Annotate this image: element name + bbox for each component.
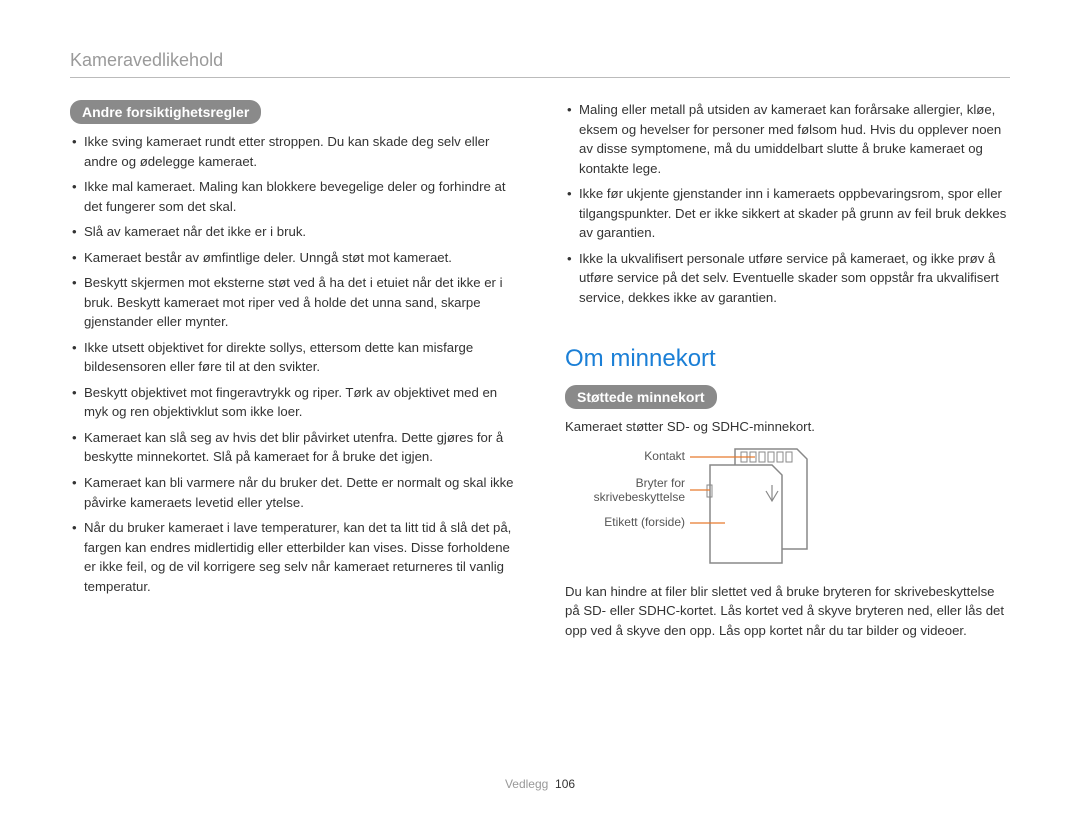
right-column: Maling eller metall på utsiden av kamera… [565,100,1010,648]
divider [70,77,1010,78]
bottom-paragraph: Du kan hindre at filer blir slettet ved … [565,582,1010,641]
label-bryter-1: Bryter for [636,476,685,490]
list-item: Beskytt skjermen mot eksterne støt ved å… [70,273,515,332]
support-text: Kameraet støtter SD- og SDHC-minnekort. [565,417,1010,437]
list-item: Ikke før ukjente gjenstander inn i kamer… [565,184,1010,243]
list-item: Kameraet består av ømfintlige deler. Unn… [70,248,515,268]
label-kontakt: Kontakt [644,449,685,463]
bullet-list-right-top: Maling eller metall på utsiden av kamera… [565,100,1010,307]
list-item: Ikke utsett objektivet for direkte solly… [70,338,515,377]
list-item: Ikke la ukvalifisert personale utføre se… [565,249,1010,308]
label-etikett: Etikett (forside) [604,515,685,529]
two-column-layout: Andre forsiktighetsregler Ikke sving kam… [70,100,1010,648]
list-item: Kameraet kan slå seg av hvis det blir på… [70,428,515,467]
footer: Vedlegg 106 [0,777,1080,791]
footer-page: 106 [555,777,575,791]
section-title-om-minnekort: Om minnekort [565,345,1010,373]
tag-stottede-minnekort: Støttede minnekort [565,385,717,409]
sd-card-diagram: Kontakt Bryter for skrivebeskyttelse Eti… [565,445,1010,570]
list-item: Når du bruker kameraet i lave temperatur… [70,518,515,596]
label-bryter-2: skrivebeskyttelse [594,490,686,504]
bullet-list-left: Ikke sving kameraet rundt etter stroppen… [70,132,515,596]
tag-andre-forsiktighetsregler: Andre forsiktighetsregler [70,100,261,124]
list-item: Kameraet kan bli varmere når du bruker d… [70,473,515,512]
left-column: Andre forsiktighetsregler Ikke sving kam… [70,100,515,648]
list-item: Ikke mal kameraet. Maling kan blokkere b… [70,177,515,216]
breadcrumb: Kameravedlikehold [70,50,1010,71]
list-item: Ikke sving kameraet rundt etter stroppen… [70,132,515,171]
list-item: Maling eller metall på utsiden av kamera… [565,100,1010,178]
list-item: Slå av kameraet når det ikke er i bruk. [70,222,515,242]
list-item: Beskytt objektivet mot fingeravtrykk og … [70,383,515,422]
footer-section: Vedlegg [505,777,548,791]
